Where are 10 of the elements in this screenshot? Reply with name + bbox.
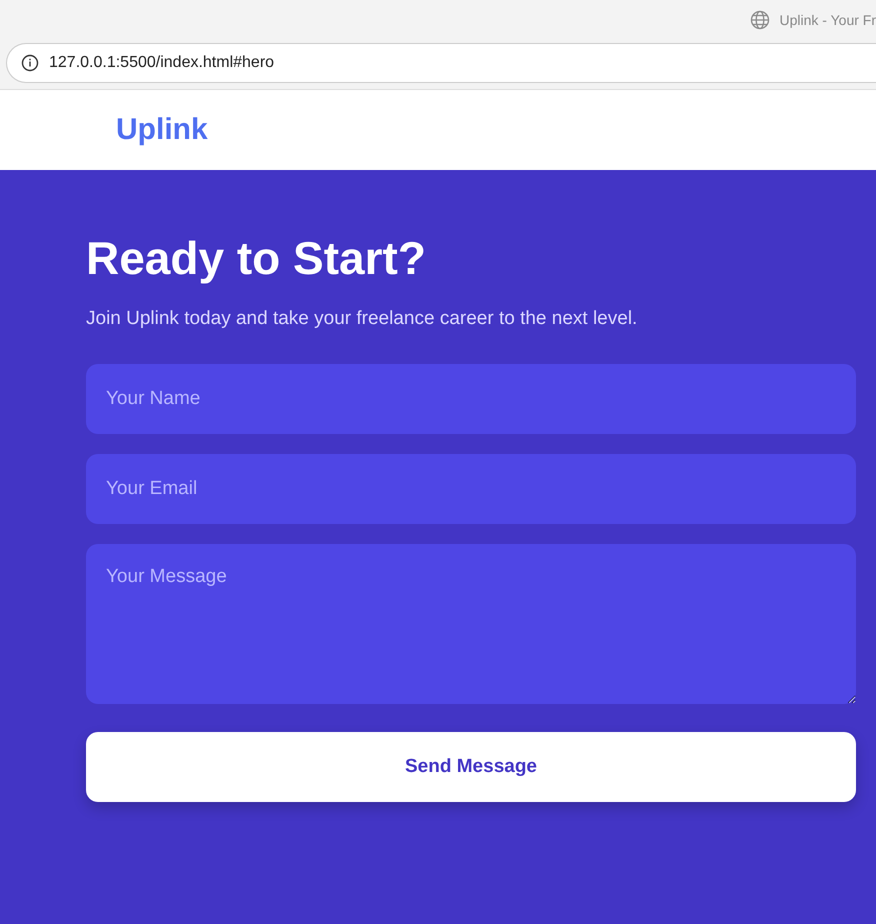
globe-icon: [750, 10, 770, 30]
logo[interactable]: Uplink: [116, 113, 208, 147]
hero-subtitle: Join Uplink today and take your freelance career to the next level.: [86, 308, 638, 330]
send-button[interactable]: Send Message: [86, 732, 856, 802]
message-field[interactable]: Your Message: [86, 544, 856, 704]
hero-title: Ready to Start?: [86, 231, 427, 286]
address-bar[interactable]: 127.0.0.1:5500/index.html#hero: [6, 43, 876, 83]
input-field[interactable]: Your Email: [86, 454, 856, 524]
input-field[interactable]: Your Name: [86, 364, 856, 434]
info-icon: [21, 54, 39, 72]
